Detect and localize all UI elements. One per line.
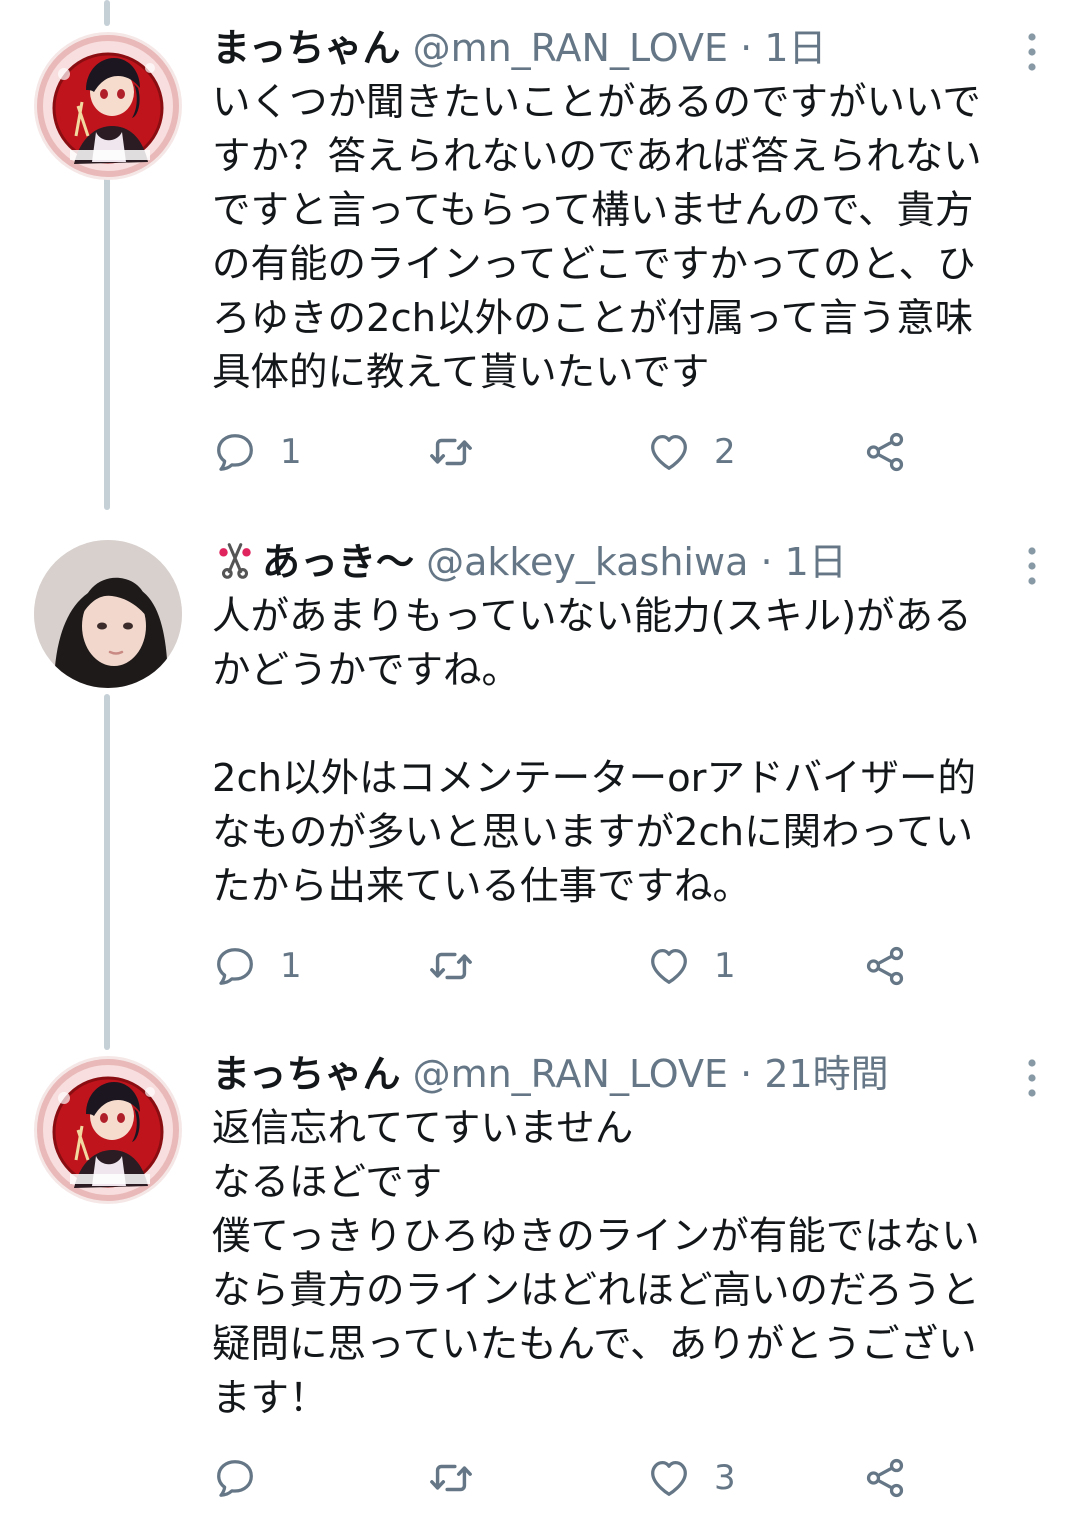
display-name[interactable]: まっちゃん <box>212 26 400 70</box>
timestamp[interactable]: 21時間 <box>764 1052 888 1096</box>
thread-connector <box>104 694 110 1050</box>
reply-count: 1 <box>280 432 302 472</box>
user-avatar[interactable] <box>34 1056 182 1204</box>
reply-button[interactable]: 1 <box>212 936 302 996</box>
anime-girl-avatar-icon <box>34 32 182 180</box>
like-count: 2 <box>714 432 736 472</box>
retweet-icon <box>428 429 474 475</box>
tweet-header: まっちゃん @mn_RAN_LOVE · 1日 <box>212 20 1042 76</box>
tweet-text: 人があまりもっていない能力(スキル)がある かどうかですね。 2ch以外はコメン… <box>212 594 976 909</box>
display-name[interactable]: まっちゃん <box>212 1052 400 1096</box>
tweet-text: 返信忘れててすいません なるほどです 僕てっきりひろゆきのラインが有能ではない … <box>212 1106 980 1421</box>
like-button[interactable]: 3 <box>646 1448 736 1508</box>
anime-girl-avatar-icon <box>34 1056 182 1204</box>
reply-icon <box>212 429 258 475</box>
thread-connector <box>104 176 110 510</box>
heart-icon <box>646 429 692 475</box>
tweet-text: いくつか聞きたいことがあるのですがいいで すか？答えられないのであれば答えられな… <box>212 80 982 395</box>
scissors-icon <box>212 537 258 583</box>
share-icon <box>862 1455 908 1501</box>
tweet-actions: 1 2 <box>212 422 932 482</box>
tweet-header: あっき〜 @akkey_kashiwa · 1日 <box>212 534 1042 590</box>
reply-button[interactable]: 1 <box>212 422 302 482</box>
tweet-header: まっちゃん @mn_RAN_LOVE · 21時間 <box>212 1046 1042 1102</box>
heart-icon <box>646 1455 692 1501</box>
reply-thread: まっちゃん @mn_RAN_LOVE · 1日 いくつか聞きたいことがあるのです… <box>0 0 1080 1524</box>
user-avatar[interactable] <box>34 32 182 180</box>
thread-connector <box>104 0 110 26</box>
retweet-button[interactable] <box>428 936 496 996</box>
retweet-button[interactable] <box>428 1448 496 1508</box>
user-handle[interactable]: @mn_RAN_LOVE <box>413 1052 728 1096</box>
tweet-actions: 1 1 <box>212 936 932 996</box>
timestamp[interactable]: 1日 <box>764 26 826 70</box>
retweet-button[interactable] <box>428 422 496 482</box>
reply-button[interactable] <box>212 1448 280 1508</box>
share-button[interactable] <box>862 1448 908 1508</box>
separator-dot: · <box>740 1052 753 1096</box>
like-button[interactable]: 1 <box>646 936 736 996</box>
more-options-icon[interactable] <box>1022 1058 1042 1098</box>
user-handle[interactable]: @mn_RAN_LOVE <box>413 26 728 70</box>
person-photo-avatar-icon <box>34 540 182 688</box>
timestamp[interactable]: 1日 <box>785 540 847 584</box>
reply-icon <box>212 1455 258 1501</box>
heart-icon <box>646 943 692 989</box>
share-icon <box>862 943 908 989</box>
user-avatar[interactable] <box>34 540 182 688</box>
share-button[interactable] <box>862 422 908 482</box>
reply-count: 1 <box>280 946 302 986</box>
more-options-icon[interactable] <box>1022 32 1042 72</box>
reply-icon <box>212 943 258 989</box>
share-button[interactable] <box>862 936 908 996</box>
retweet-icon <box>428 943 474 989</box>
separator-dot: · <box>740 26 753 70</box>
like-button[interactable]: 2 <box>646 422 736 482</box>
tweet-actions: 3 <box>212 1448 932 1508</box>
user-handle[interactable]: @akkey_kashiwa <box>426 540 748 584</box>
like-count: 3 <box>714 1458 736 1498</box>
separator-dot: · <box>760 540 773 584</box>
display-name[interactable]: あっき〜 <box>262 540 414 584</box>
more-options-icon[interactable] <box>1022 546 1042 586</box>
retweet-icon <box>428 1455 474 1501</box>
like-count: 1 <box>714 946 736 986</box>
share-icon <box>862 429 908 475</box>
